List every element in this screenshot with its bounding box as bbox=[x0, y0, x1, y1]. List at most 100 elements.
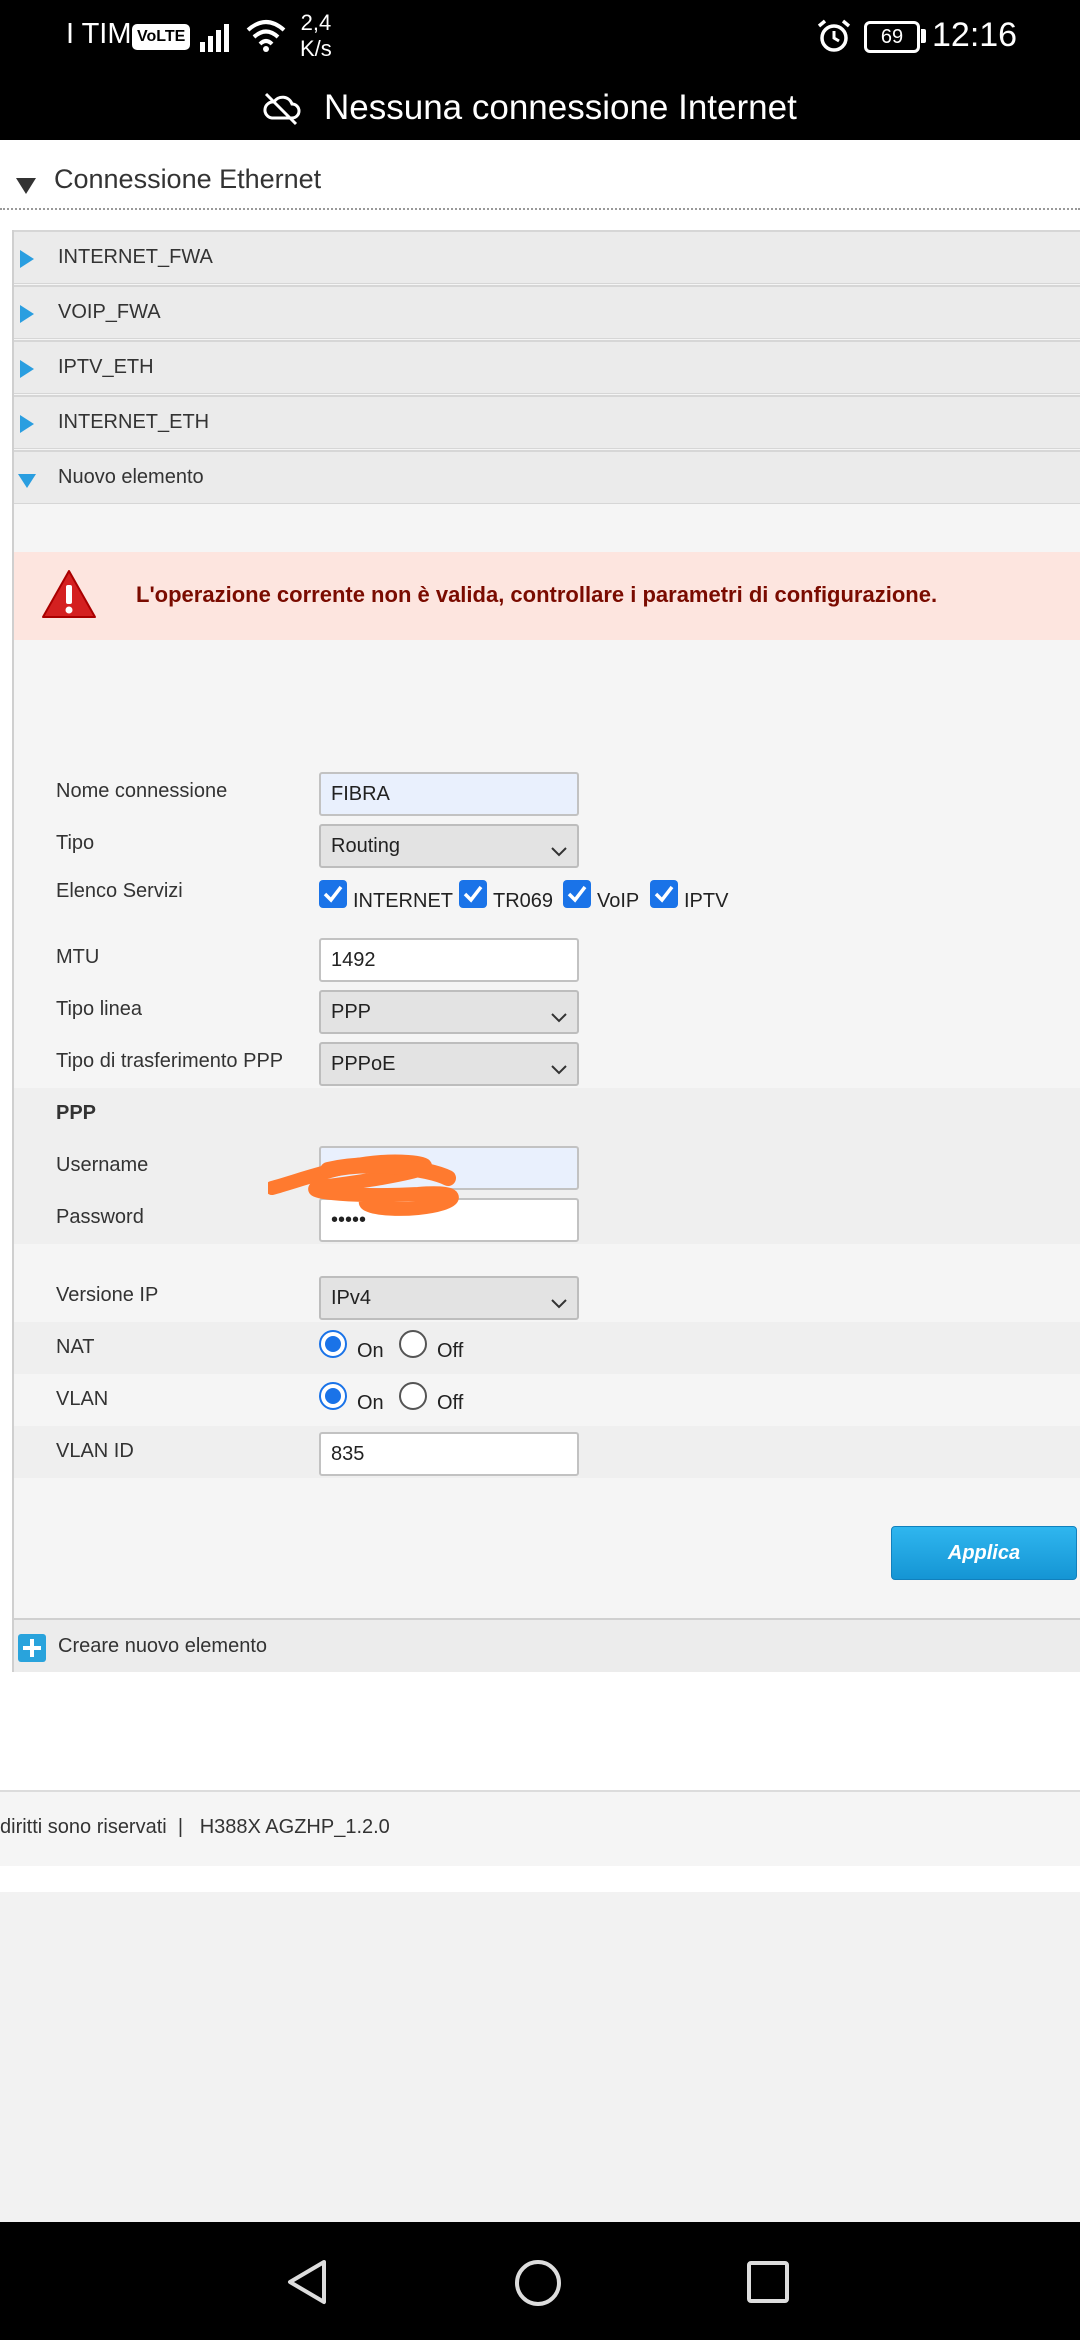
carrier-name: I TIM bbox=[66, 18, 132, 50]
alarm-icon bbox=[816, 18, 852, 59]
back-icon[interactable] bbox=[284, 2258, 330, 2311]
accordion-label: VOIP_FWA bbox=[58, 301, 161, 323]
nat-off-radio[interactable] bbox=[399, 1330, 427, 1358]
checkbox-voip[interactable] bbox=[563, 880, 591, 908]
network-speed: 2,4 K/s bbox=[300, 10, 332, 62]
ip-version-select-value: IPv4 bbox=[331, 1287, 372, 1309]
ppp-transfer-select[interactable]: PPPoE bbox=[319, 1042, 579, 1086]
row-ppp-header: PPP bbox=[14, 1088, 1080, 1140]
nat-label: NAT bbox=[56, 1336, 95, 1358]
line-type-select-value: PPP bbox=[331, 1001, 372, 1023]
chevron-down-icon bbox=[551, 1006, 567, 1029]
checkbox-tr069-label: TR069 bbox=[493, 890, 554, 912]
ppp-transfer-label: Tipo di trasferimento PPP bbox=[56, 1050, 284, 1072]
accordion-item-voip-fwa[interactable]: VOIP_FWA bbox=[14, 285, 1080, 339]
checkbox-internet-label: INTERNET bbox=[353, 890, 453, 912]
row-mtu: MTU 1492 bbox=[14, 932, 1080, 984]
expand-arrow-icon bbox=[20, 250, 34, 268]
nat-off-label: Off bbox=[437, 1340, 464, 1362]
ip-version-label: Versione IP bbox=[56, 1284, 159, 1306]
battery-tip bbox=[921, 29, 926, 43]
chevron-down-icon bbox=[551, 840, 567, 863]
vlan-id-label: VLAN ID bbox=[56, 1440, 134, 1462]
recent-apps-icon[interactable] bbox=[746, 2260, 790, 2309]
checkbox-iptv[interactable] bbox=[650, 880, 678, 908]
accordion-item-iptv-eth[interactable]: IPTV_ETH bbox=[14, 340, 1080, 394]
router-page: Connessione Ethernet INTERNET_FWA VOIP_F… bbox=[0, 140, 1080, 2222]
connections-panel: INTERNET_FWA VOIP_FWA IPTV_ETH INTERNET_… bbox=[12, 230, 1080, 1672]
vlan-on-radio[interactable] bbox=[319, 1382, 347, 1410]
nat-on-radio[interactable] bbox=[319, 1330, 347, 1358]
mtu-input[interactable]: 1492 bbox=[319, 938, 579, 982]
ppp-transfer-select-value: PPPoE bbox=[331, 1053, 396, 1075]
system-nav-bar bbox=[0, 2222, 1080, 2340]
row-nat: NAT On Off bbox=[14, 1322, 1080, 1374]
row-ip-version: Versione IP IPv4 bbox=[14, 1270, 1080, 1322]
accordion-label: Nuovo elemento bbox=[58, 466, 204, 488]
status-bar: I TIM VoLTE 2,4 K/s 69 12:16 bbox=[0, 0, 1080, 78]
signal-icon bbox=[200, 20, 236, 57]
accordion-label: INTERNET_FWA bbox=[58, 246, 213, 268]
line-type-select[interactable]: PPP bbox=[319, 990, 579, 1034]
vlan-label: VLAN bbox=[56, 1388, 109, 1410]
row-password: Password ••••• bbox=[14, 1192, 1080, 1244]
home-icon[interactable] bbox=[513, 2258, 563, 2313]
row-connection-name: Nome connessione FIBRA bbox=[14, 766, 1080, 818]
checkbox-internet[interactable] bbox=[319, 880, 347, 908]
checkbox-iptv-label: IPTV bbox=[684, 890, 729, 912]
accordion-item-internet-fwa[interactable]: INTERNET_FWA bbox=[14, 230, 1080, 284]
cloud-off-icon bbox=[262, 90, 302, 131]
accordion-item-internet-eth[interactable]: INTERNET_ETH bbox=[14, 395, 1080, 449]
section-title: Connessione Ethernet bbox=[54, 164, 322, 194]
row-services: Elenco Servizi INTERNET TR069 VoIP IPTV bbox=[14, 870, 1080, 922]
accordion-label: INTERNET_ETH bbox=[58, 411, 210, 433]
plus-icon bbox=[18, 1634, 46, 1662]
footer-text: diritti sono riservati | H388X AGZHP_1.2… bbox=[0, 1816, 390, 1838]
row-type: Tipo Routing bbox=[14, 818, 1080, 870]
apply-button[interactable]: Applica bbox=[891, 1526, 1077, 1580]
nat-on-label: On bbox=[357, 1340, 384, 1362]
type-select[interactable]: Routing bbox=[319, 824, 579, 868]
redaction-scribble bbox=[268, 1154, 459, 1216]
row-line-type: Tipo linea PPP bbox=[14, 984, 1080, 1036]
row-vlan: VLAN On Off bbox=[14, 1374, 1080, 1426]
expand-arrow-icon bbox=[20, 305, 34, 323]
services-label: Elenco Servizi bbox=[56, 880, 183, 902]
collapse-arrow-icon bbox=[18, 474, 36, 488]
chevron-down-icon bbox=[551, 1058, 567, 1081]
no-internet-text: Nessuna connessione Internet bbox=[324, 88, 797, 127]
vlan-off-radio[interactable] bbox=[399, 1382, 427, 1410]
error-message-box: L'operazione corrente non è valida, cont… bbox=[14, 552, 1080, 640]
error-text: L'operazione corrente non è valida, cont… bbox=[136, 582, 938, 607]
expand-arrow-icon bbox=[20, 415, 34, 433]
footer: diritti sono riservati | H388X AGZHP_1.2… bbox=[0, 1790, 1080, 1866]
create-new-item-row[interactable]: Creare nuovo elemento bbox=[14, 1618, 1080, 1672]
no-internet-banner: Nessuna connessione Internet bbox=[0, 78, 1080, 140]
clock: 12:16 bbox=[932, 16, 1018, 54]
vlan-id-input[interactable]: 835 bbox=[319, 1432, 579, 1476]
type-select-value: Routing bbox=[331, 835, 400, 857]
type-label: Tipo bbox=[56, 832, 95, 854]
accordion-item-nuovo-elemento[interactable]: Nuovo elemento bbox=[14, 450, 1080, 504]
expand-arrow-icon bbox=[20, 360, 34, 378]
vlan-on-label: On bbox=[357, 1392, 384, 1414]
connection-name-label: Nome connessione bbox=[56, 780, 228, 802]
checkbox-tr069[interactable] bbox=[459, 880, 487, 908]
speed-unit: K/s bbox=[300, 36, 332, 61]
checkbox-voip-label: VoIP bbox=[597, 890, 640, 912]
volte-badge: VoLTE bbox=[132, 24, 191, 50]
page-background bbox=[0, 1892, 1080, 2222]
vlan-off-label: Off bbox=[437, 1392, 464, 1414]
section-divider bbox=[0, 208, 1080, 210]
mtu-label: MTU bbox=[56, 946, 100, 968]
ip-version-select[interactable]: IPv4 bbox=[319, 1276, 579, 1320]
chevron-down-icon bbox=[551, 1292, 567, 1315]
battery-icon: 69 bbox=[864, 21, 920, 53]
connection-name-input[interactable]: FIBRA bbox=[319, 772, 579, 816]
section-header[interactable]: Connessione Ethernet bbox=[0, 158, 1080, 210]
collapse-triangle-icon[interactable] bbox=[16, 178, 36, 194]
wifi-icon bbox=[246, 18, 286, 59]
speed-value: 2,4 bbox=[300, 10, 332, 35]
line-type-label: Tipo linea bbox=[56, 998, 142, 1020]
create-new-item-label: Creare nuovo elemento bbox=[58, 1635, 268, 1657]
